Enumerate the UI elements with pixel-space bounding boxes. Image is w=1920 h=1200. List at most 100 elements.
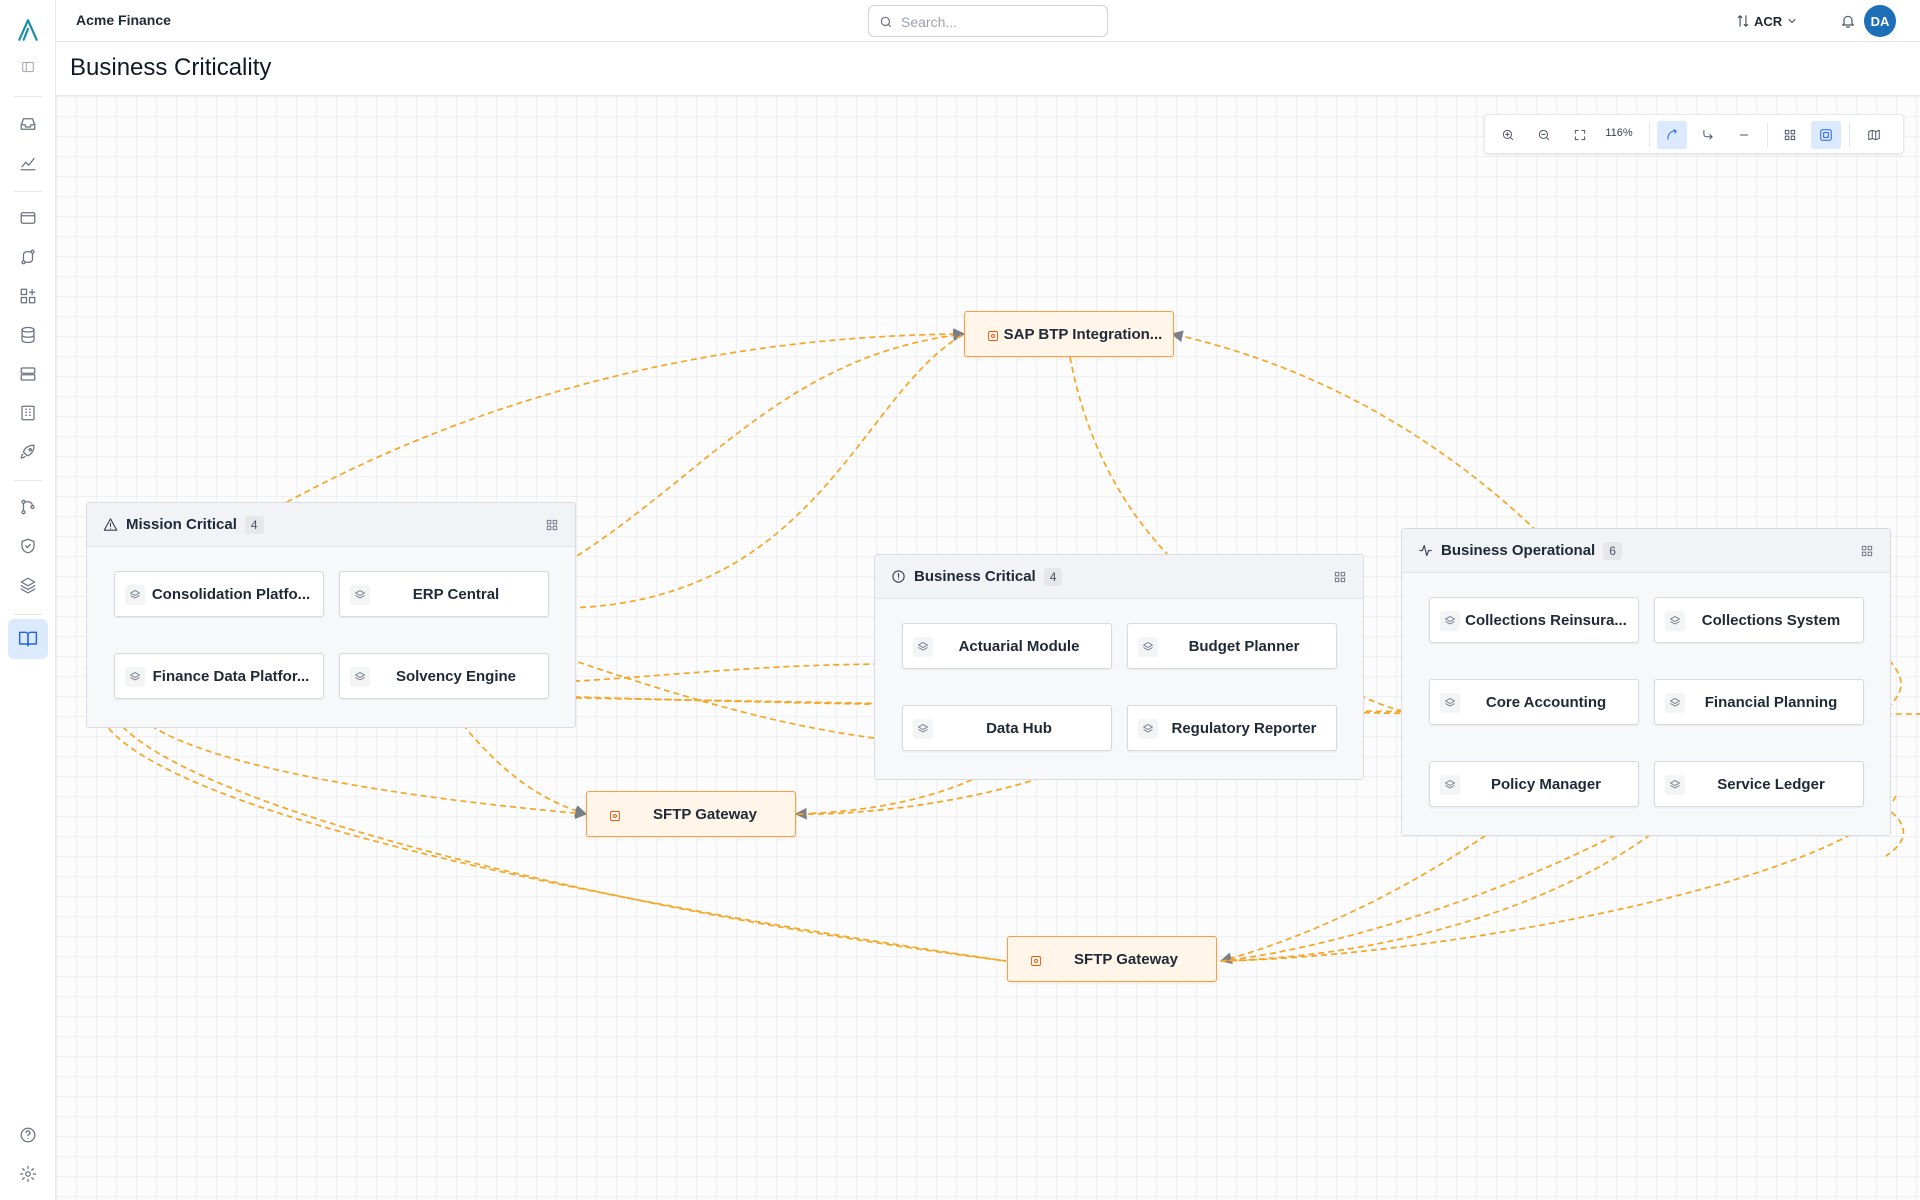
- nav-catalog[interactable]: [8, 619, 48, 659]
- map-icon: [1868, 129, 1880, 141]
- group-collapse-button[interactable]: [545, 518, 559, 532]
- nav-inbox[interactable]: [12, 108, 44, 140]
- expand-icon: [1574, 129, 1586, 141]
- external-sftp-gateway-2[interactable]: SFTP Gateway: [1007, 936, 1217, 982]
- zoom-out-button[interactable]: [1529, 121, 1559, 149]
- nav-components[interactable]: [12, 280, 44, 312]
- nav-workflows[interactable]: [12, 491, 44, 523]
- node-service-ledger[interactable]: Service Ledger: [1654, 761, 1864, 807]
- node-label: Finance Data Platfor...: [152, 668, 310, 685]
- node-label: Regulatory Reporter: [1171, 720, 1317, 737]
- diagram-canvas[interactable]: Mission Critical 4 Consolidation Platfo.…: [56, 96, 1920, 1200]
- node-budget-planner[interactable]: Budget Planner: [1127, 623, 1337, 669]
- search-input[interactable]: [901, 12, 1097, 32]
- canvas-toolbar: 116%: [1484, 114, 1904, 154]
- top-bar: Acme Finance ACR DA: [56, 0, 1920, 42]
- node-erp-central[interactable]: ERP Central: [339, 571, 549, 617]
- node-actuarial-module[interactable]: Actuarial Module: [902, 623, 1112, 669]
- fit-view-button[interactable]: [1565, 121, 1595, 149]
- chevron-down-icon: [1788, 19, 1796, 23]
- node-financial-planning[interactable]: Financial Planning: [1654, 679, 1864, 725]
- layers-icon: [1665, 775, 1685, 795]
- zoom-in-button[interactable]: [1493, 121, 1523, 149]
- git-branch-icon: [21, 499, 35, 515]
- search-box[interactable]: [868, 5, 1108, 37]
- group-collapse-button[interactable]: [1333, 570, 1347, 584]
- layers-icon: [1665, 611, 1685, 631]
- layers-icon: [1440, 775, 1460, 795]
- nav-analytics[interactable]: [12, 147, 44, 179]
- nav-help[interactable]: [12, 1119, 44, 1151]
- edge-straight-button[interactable]: [1729, 121, 1759, 149]
- node-policy-manager[interactable]: Policy Manager: [1429, 761, 1639, 807]
- gear-icon: [19, 1165, 37, 1183]
- node-core-accounting[interactable]: Core Accounting: [1429, 679, 1639, 725]
- nav-security[interactable]: [12, 530, 44, 562]
- external-sftp-gateway-1[interactable]: SFTP Gateway: [586, 791, 796, 837]
- logo-icon: [18, 19, 38, 41]
- app-logo[interactable]: [12, 14, 44, 46]
- collapse-sidebar-button[interactable]: [12, 51, 44, 83]
- integration-icon: [1030, 954, 1042, 966]
- zoom-in-icon: [1502, 129, 1514, 141]
- nav-data[interactable]: [12, 319, 44, 351]
- layers-icon: [913, 637, 933, 657]
- zoom-out-icon: [1538, 129, 1550, 141]
- switch-icon: [1737, 15, 1749, 27]
- corner-down-right-icon: [1703, 129, 1713, 140]
- nav-organization[interactable]: [12, 397, 44, 429]
- nav-layers[interactable]: [12, 569, 44, 601]
- tenant-switcher[interactable]: ACR: [1736, 10, 1798, 32]
- group-header: Mission Critical 4: [87, 503, 575, 547]
- layers-icon: [1440, 693, 1460, 713]
- layers-icon: [125, 585, 145, 605]
- nav-integrations[interactable]: [12, 241, 44, 273]
- group-title: Business Critical: [914, 568, 1036, 585]
- node-consolidation-platform[interactable]: Consolidation Platfo...: [114, 571, 324, 617]
- grid-icon: [1861, 545, 1873, 557]
- nav-deployments[interactable]: [12, 436, 44, 468]
- node-solvency-engine[interactable]: Solvency Engine: [339, 653, 549, 699]
- node-collections-reinsurance[interactable]: Collections Reinsura...: [1429, 597, 1639, 643]
- edge-curved-button[interactable]: [1657, 121, 1687, 149]
- notifications-button[interactable]: [1836, 9, 1860, 33]
- building-icon: [21, 405, 35, 421]
- layers-icon: [350, 585, 370, 605]
- node-label: Core Accounting: [1485, 694, 1607, 711]
- external-label: SFTP Gateway: [1074, 951, 1178, 968]
- node-label: Financial Planning: [1704, 694, 1838, 711]
- node-collections-system[interactable]: Collections System: [1654, 597, 1864, 643]
- layout-grid-button[interactable]: [1775, 121, 1805, 149]
- group-collapse-button[interactable]: [1860, 544, 1874, 558]
- shield-icon: [21, 538, 35, 554]
- user-avatar[interactable]: DA: [1864, 5, 1896, 37]
- nav-settings[interactable]: [12, 1158, 44, 1190]
- node-finance-data-platform[interactable]: Finance Data Platfor...: [114, 653, 324, 699]
- group-business-critical[interactable]: Business Critical 4 Actuarial Module Bud…: [874, 554, 1364, 780]
- external-sap-btp-integration[interactable]: SAP BTP Integration...: [964, 311, 1174, 357]
- page-title: Business Criticality: [70, 54, 272, 81]
- chart-line-icon: [20, 157, 36, 171]
- group-view-button[interactable]: [1811, 121, 1841, 149]
- group-count-badge: 4: [244, 515, 264, 534]
- group-count-badge: 6: [1603, 541, 1622, 560]
- node-label: Collections System: [1701, 612, 1841, 629]
- group-mission-critical[interactable]: Mission Critical 4 Consolidation Platfo.…: [86, 502, 576, 728]
- search-icon: [880, 16, 892, 28]
- layers-icon: [913, 719, 933, 739]
- node-data-hub[interactable]: Data Hub: [902, 705, 1112, 751]
- edge-step-button[interactable]: [1693, 121, 1723, 149]
- edge-finance-sftp2: [94, 691, 1007, 962]
- nav-applications[interactable]: [12, 202, 44, 234]
- group-business-operational[interactable]: Business Operational 6 Collections Reins…: [1401, 528, 1891, 836]
- grid-icon: [1784, 129, 1796, 141]
- external-label: SAP BTP Integration...: [1003, 326, 1163, 343]
- node-regulatory-reporter[interactable]: Regulatory Reporter: [1127, 705, 1337, 751]
- nav-servers[interactable]: [12, 358, 44, 390]
- node-label: Policy Manager: [1490, 776, 1602, 793]
- group-title: Mission Critical: [126, 516, 237, 533]
- minimap-button[interactable]: [1859, 121, 1889, 149]
- node-label: Service Ledger: [1717, 776, 1825, 793]
- group-count-badge: 4: [1043, 567, 1063, 586]
- node-label: Solvency Engine: [395, 668, 517, 685]
